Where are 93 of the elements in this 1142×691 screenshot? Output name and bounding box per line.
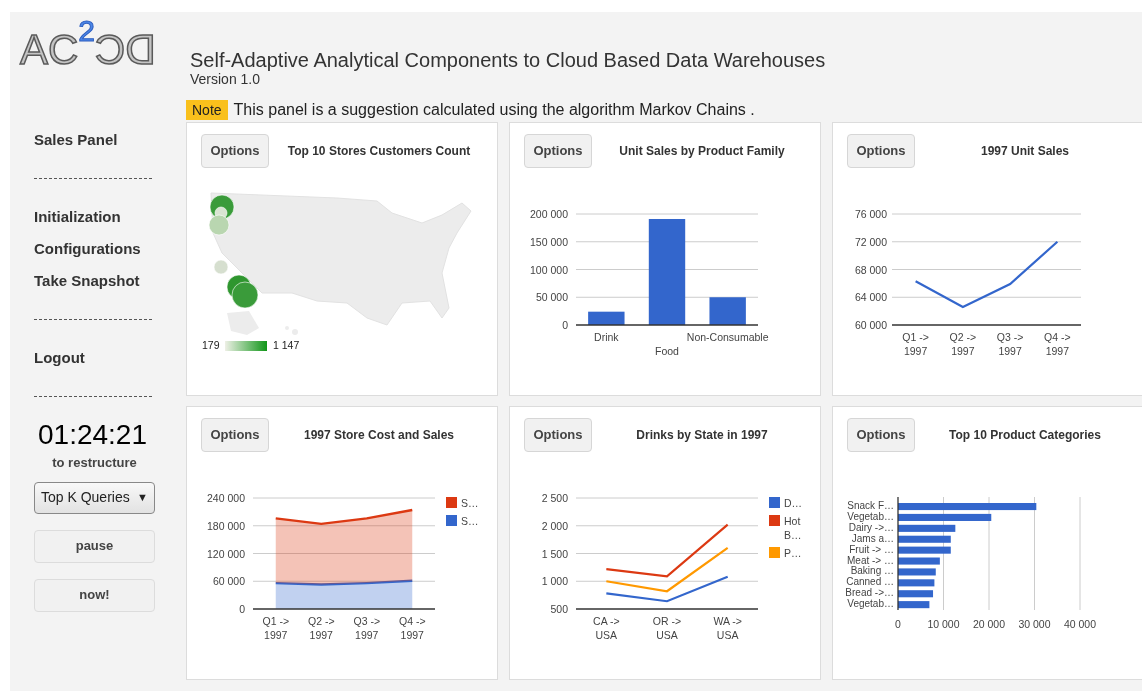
bar [588, 311, 625, 325]
axis-label: 120 000 [207, 547, 245, 560]
axis-label: 40 000 [1063, 618, 1097, 630]
axis-label: 200 000 [530, 208, 568, 220]
nav-link[interactable]: Take Snapshot [34, 265, 155, 297]
axis-label: Vegetab… [847, 510, 894, 522]
axis-label: Drink [594, 331, 619, 343]
chart-title: 1997 Store Cost and Sales [302, 427, 456, 444]
axis-label: Baking … [850, 565, 894, 577]
timer-caption: to restructure [51, 454, 138, 472]
axis-label: Jams a… [851, 532, 894, 544]
axis-label: 64 000 [854, 291, 887, 304]
bar [898, 579, 935, 587]
axis-label: Q3 -> 1997 [353, 615, 381, 641]
bar [709, 297, 746, 325]
chart-title: 1997 Unit Sales [979, 143, 1071, 160]
bar [898, 601, 930, 609]
options-button[interactable]: Options [524, 134, 592, 168]
bar [898, 546, 951, 554]
axis-label: 150 000 [530, 235, 568, 248]
legend-label: S… [461, 515, 479, 527]
legend-label: D… [784, 497, 803, 509]
options-button[interactable]: Options [201, 134, 269, 168]
axis-label: Vegetab… [847, 598, 894, 610]
legend-label: S… [461, 497, 479, 509]
options-button[interactable]: Options [201, 418, 269, 452]
axis-label: Canned … [846, 576, 894, 588]
countdown-timer: 01:24:21 [37, 419, 148, 451]
legend-max: 1 147 [273, 339, 300, 351]
axis-label: Q4 -> 1997 [398, 615, 426, 641]
axis-label: 2 500 [541, 492, 568, 504]
nav-link[interactable]: Sales Panel [34, 124, 155, 156]
axis-label: 72 000 [854, 235, 887, 248]
legend-label: P… [784, 547, 802, 559]
bar [898, 557, 940, 565]
axis-label: 30 000 [1018, 618, 1051, 630]
axis-label: 60 000 [854, 319, 887, 331]
axis-label: Bread ->… [845, 587, 894, 599]
axis-label: 2 000 [541, 519, 568, 532]
note-badge: Note [186, 100, 228, 120]
axis-label: 100 000 [530, 263, 568, 276]
note-text: This panel is a suggestion calculated using the algorithm Markov Chains . [233, 100, 755, 120]
chart-title: Top 10 Stores Customers Count [286, 143, 472, 160]
axis-label: CA -> USA [593, 615, 620, 641]
axis-label: Q3 -> 1997 [996, 331, 1024, 357]
axis-label: 0 [562, 319, 568, 331]
options-button[interactable]: Options [847, 134, 915, 168]
axis-label: 68 000 [854, 263, 887, 276]
chart-title: Top 10 Product Categories [948, 427, 1102, 444]
axis-label: 1 500 [541, 547, 568, 560]
axis-label: Non-Consumable [686, 331, 769, 343]
axis-label: 1 000 [541, 575, 568, 588]
options-button[interactable]: Options [524, 418, 592, 452]
axis-label: 500 [550, 603, 568, 615]
axis-label: Food [655, 345, 679, 357]
nav-link[interactable]: Logout [34, 342, 155, 374]
axis-label: 180 000 [207, 519, 245, 532]
legend-min: 179 [202, 339, 220, 351]
axis-label: 0 [895, 618, 901, 630]
chart-title: Drinks by State in 1997 [635, 427, 769, 444]
axis-label: OR -> USA [652, 615, 682, 641]
axis-label: 20 000 [972, 618, 1006, 630]
axis-label: Dairy ->… [848, 521, 894, 533]
axis-label: Q1 -> 1997 [902, 331, 929, 357]
axis-label: 0 [239, 603, 245, 615]
axis-label: Q1 -> 1997 [262, 615, 290, 641]
axis-label: WA -> USA [713, 615, 742, 641]
version-label: Version 1.0 [190, 72, 262, 87]
axis-label: 76 000 [854, 208, 887, 220]
axis-label: Q2 -> 1997 [949, 331, 977, 357]
query-select[interactable]: Top K Queries ▼ [34, 481, 155, 514]
chart-title: Unit Sales by Product Family [618, 143, 786, 160]
nav-link[interactable]: Configurations [34, 233, 155, 265]
axis-label: Meat -> … [847, 554, 894, 566]
nav-link[interactable]: Initialization [34, 201, 155, 233]
axis-label: Fruit -> … [849, 543, 894, 555]
axis-label: Q2 -> 1997 [307, 615, 335, 641]
page-title: Self-Adaptive Analytical Components to Cloud Based Data Warehouses [190, 48, 827, 72]
legend-label: Hot B… [784, 515, 802, 541]
bar [898, 590, 934, 598]
action-button[interactable]: now! [34, 578, 155, 612]
axis-label: Q4 -> 1997 [1044, 331, 1071, 357]
bar [898, 568, 936, 576]
bar [898, 524, 956, 532]
axis-label: 50 000 [535, 291, 568, 304]
color-scale [225, 341, 267, 351]
action-button[interactable]: pause [34, 529, 155, 563]
axis-label: 10 000 [927, 618, 960, 630]
options-button[interactable]: Options [847, 418, 915, 452]
axis-label: 240 000 [207, 492, 245, 504]
axis-label: Snack F… [847, 500, 894, 511]
bar [898, 535, 951, 543]
axis-label: 60 000 [212, 575, 245, 588]
